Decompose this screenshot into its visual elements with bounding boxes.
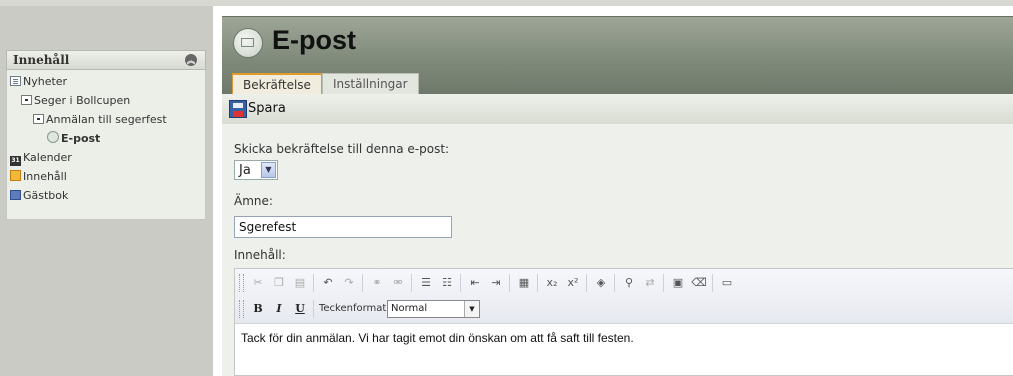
- title-bar: E-post: [222, 16, 1013, 67]
- tree-item-label: E-post: [61, 132, 101, 145]
- editor-toolbar: ✂ ❐ ▤ ↶ ↷ ⚭ ⚮ ☰ ☷ ⇤ ⇥ ▦ x₂ x² ◈ ⚲ ⇄ ▣ ⌫ …: [235, 269, 1013, 324]
- tree-item-e-post[interactable]: E-post: [47, 131, 100, 146]
- tree-item-seger-i-bollcupen[interactable]: Seger i Bollcupen: [21, 93, 130, 108]
- table-icon[interactable]: ▦: [515, 274, 533, 292]
- source-view-icon[interactable]: ▭: [718, 274, 736, 292]
- tree-item-label: Seger i Bollcupen: [34, 94, 131, 107]
- toolbar-separator: [663, 274, 664, 292]
- editor-content[interactable]: Tack för din anmälan. Vi har tagit emot …: [241, 331, 634, 345]
- action-toolbar: Spara: [222, 94, 1013, 125]
- underline-button[interactable]: U: [291, 300, 309, 318]
- page-icon: [21, 95, 32, 105]
- toolbar-separator: [460, 274, 461, 292]
- format-label: Teckenformat: [319, 303, 387, 314]
- tab-installningar[interactable]: Inställningar: [322, 73, 419, 94]
- toolbar-grip[interactable]: [239, 274, 244, 292]
- tree-item-innehall[interactable]: Innehåll: [10, 169, 67, 184]
- tree-item-nyheter[interactable]: Nyheter: [10, 74, 67, 89]
- tree-item-kalender[interactable]: 31 Kalender: [10, 150, 72, 166]
- tree-item-label: Anmälan till segerfest: [46, 113, 167, 126]
- unlink-icon[interactable]: ⚮: [389, 274, 407, 292]
- tab-bekraftelse[interactable]: Bekräftelse: [232, 73, 322, 94]
- content-box-icon: [10, 170, 21, 181]
- collapse-icon[interactable]: ︽: [185, 54, 197, 66]
- form-page-icon: [33, 114, 44, 124]
- rich-text-editor: ✂ ❐ ▤ ↶ ↷ ⚭ ⚮ ☰ ☷ ⇤ ⇥ ▦ x₂ x² ◈ ⚲ ⇄ ▣ ⌫ …: [234, 268, 1013, 376]
- envelope-icon: [47, 131, 59, 143]
- tab-bar: Bekräftelse Inställningar: [222, 66, 1013, 94]
- main-panel: E-post Bekräftelse Inställningar Spara S…: [222, 6, 1013, 376]
- cut-icon[interactable]: ✂: [249, 274, 267, 292]
- page-title: E-post: [272, 25, 356, 55]
- tree-item-label: Kalender: [23, 151, 72, 164]
- tree-item-label: Gästbok: [23, 189, 69, 202]
- document-list-icon: [10, 76, 21, 86]
- content-label: Innehåll:: [234, 248, 286, 262]
- link-icon[interactable]: ⚭: [368, 274, 386, 292]
- numbered-list-icon[interactable]: ☰: [417, 274, 435, 292]
- guestbook-icon: [10, 190, 21, 200]
- content-tree: Nyheter Seger i Bollcupen Anmälan till s…: [6, 70, 206, 220]
- superscript-icon[interactable]: x²: [564, 274, 582, 292]
- tree-item-gastbok[interactable]: Gästbok: [10, 188, 68, 203]
- toolbar-separator: [313, 300, 314, 318]
- italic-button[interactable]: I: [270, 300, 288, 318]
- confirm-select-value: Ja: [239, 163, 251, 178]
- bold-button[interactable]: B: [249, 300, 267, 318]
- format-select-value: Normal: [391, 303, 428, 314]
- toolbar-separator: [537, 274, 538, 292]
- copy-icon[interactable]: ❐: [270, 274, 288, 292]
- toolbar-separator: [712, 274, 713, 292]
- tree-item-label: Nyheter: [23, 75, 68, 88]
- find-icon[interactable]: ⚲: [620, 274, 638, 292]
- replace-icon[interactable]: ⇄: [641, 274, 659, 292]
- toolbar-separator: [362, 274, 363, 292]
- tree-item-label: Innehåll: [23, 170, 67, 183]
- toolbar-separator: [614, 274, 615, 292]
- calendar-icon: 31: [10, 156, 21, 166]
- insert-object-icon[interactable]: ◈: [592, 274, 610, 292]
- chevron-down-icon[interactable]: ▼: [464, 301, 479, 317]
- sidebar-top-bar: [0, 6, 213, 50]
- bulleted-list-icon[interactable]: ☷: [438, 274, 456, 292]
- confirm-label: Skicka bekräftelse till denna e-post:: [234, 142, 450, 156]
- envelope-icon: [233, 28, 263, 58]
- undo-icon[interactable]: ↶: [319, 274, 337, 292]
- select-all-icon[interactable]: ▣: [669, 274, 687, 292]
- toolbar-separator: [586, 274, 587, 292]
- redo-icon[interactable]: ↷: [340, 274, 358, 292]
- save-icon[interactable]: [229, 100, 247, 118]
- indent-icon[interactable]: ⇥: [487, 274, 505, 292]
- sidebar-panel-header[interactable]: Innehåll ︽: [6, 50, 206, 70]
- chevron-down-icon[interactable]: ▼: [261, 162, 276, 178]
- subject-label: Ämne:: [234, 194, 273, 208]
- toolbar-separator: [411, 274, 412, 292]
- eraser-icon[interactable]: ⌫: [690, 274, 708, 292]
- format-select[interactable]: Normal ▼: [387, 300, 480, 318]
- outdent-icon[interactable]: ⇤: [466, 274, 484, 292]
- save-button[interactable]: Spara: [248, 101, 286, 116]
- subscript-icon[interactable]: x₂: [543, 274, 561, 292]
- toolbar-separator: [509, 274, 510, 292]
- confirm-select[interactable]: Ja ▼: [234, 160, 278, 180]
- subject-input[interactable]: [234, 216, 452, 238]
- tree-item-anmalan-till-segerfest[interactable]: Anmälan till segerfest: [33, 112, 167, 127]
- toolbar-grip[interactable]: [239, 300, 244, 318]
- paste-icon[interactable]: ▤: [291, 274, 309, 292]
- sidebar-panel-title: Innehåll: [13, 53, 70, 67]
- email-form: Skicka bekräftelse till denna e-post: Ja…: [222, 124, 1013, 376]
- toolbar-separator: [313, 274, 314, 292]
